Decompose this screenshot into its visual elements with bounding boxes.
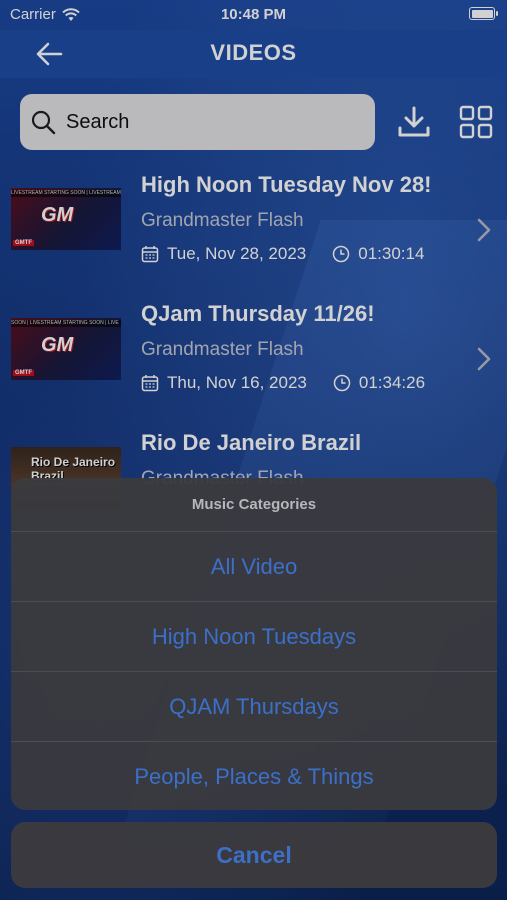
option-high-noon-tuesdays[interactable]: High Noon Tuesdays xyxy=(11,601,497,671)
action-sheet: Music Categories All Video High Noon Tue… xyxy=(11,478,497,810)
option-all-video[interactable]: All Video xyxy=(11,531,497,601)
option-people-places-things[interactable]: People, Places & Things xyxy=(11,741,497,810)
cancel-button[interactable]: Cancel xyxy=(11,822,497,888)
option-qjam-thursdays[interactable]: QJAM Thursdays xyxy=(11,671,497,741)
action-sheet-title: Music Categories xyxy=(191,496,317,513)
